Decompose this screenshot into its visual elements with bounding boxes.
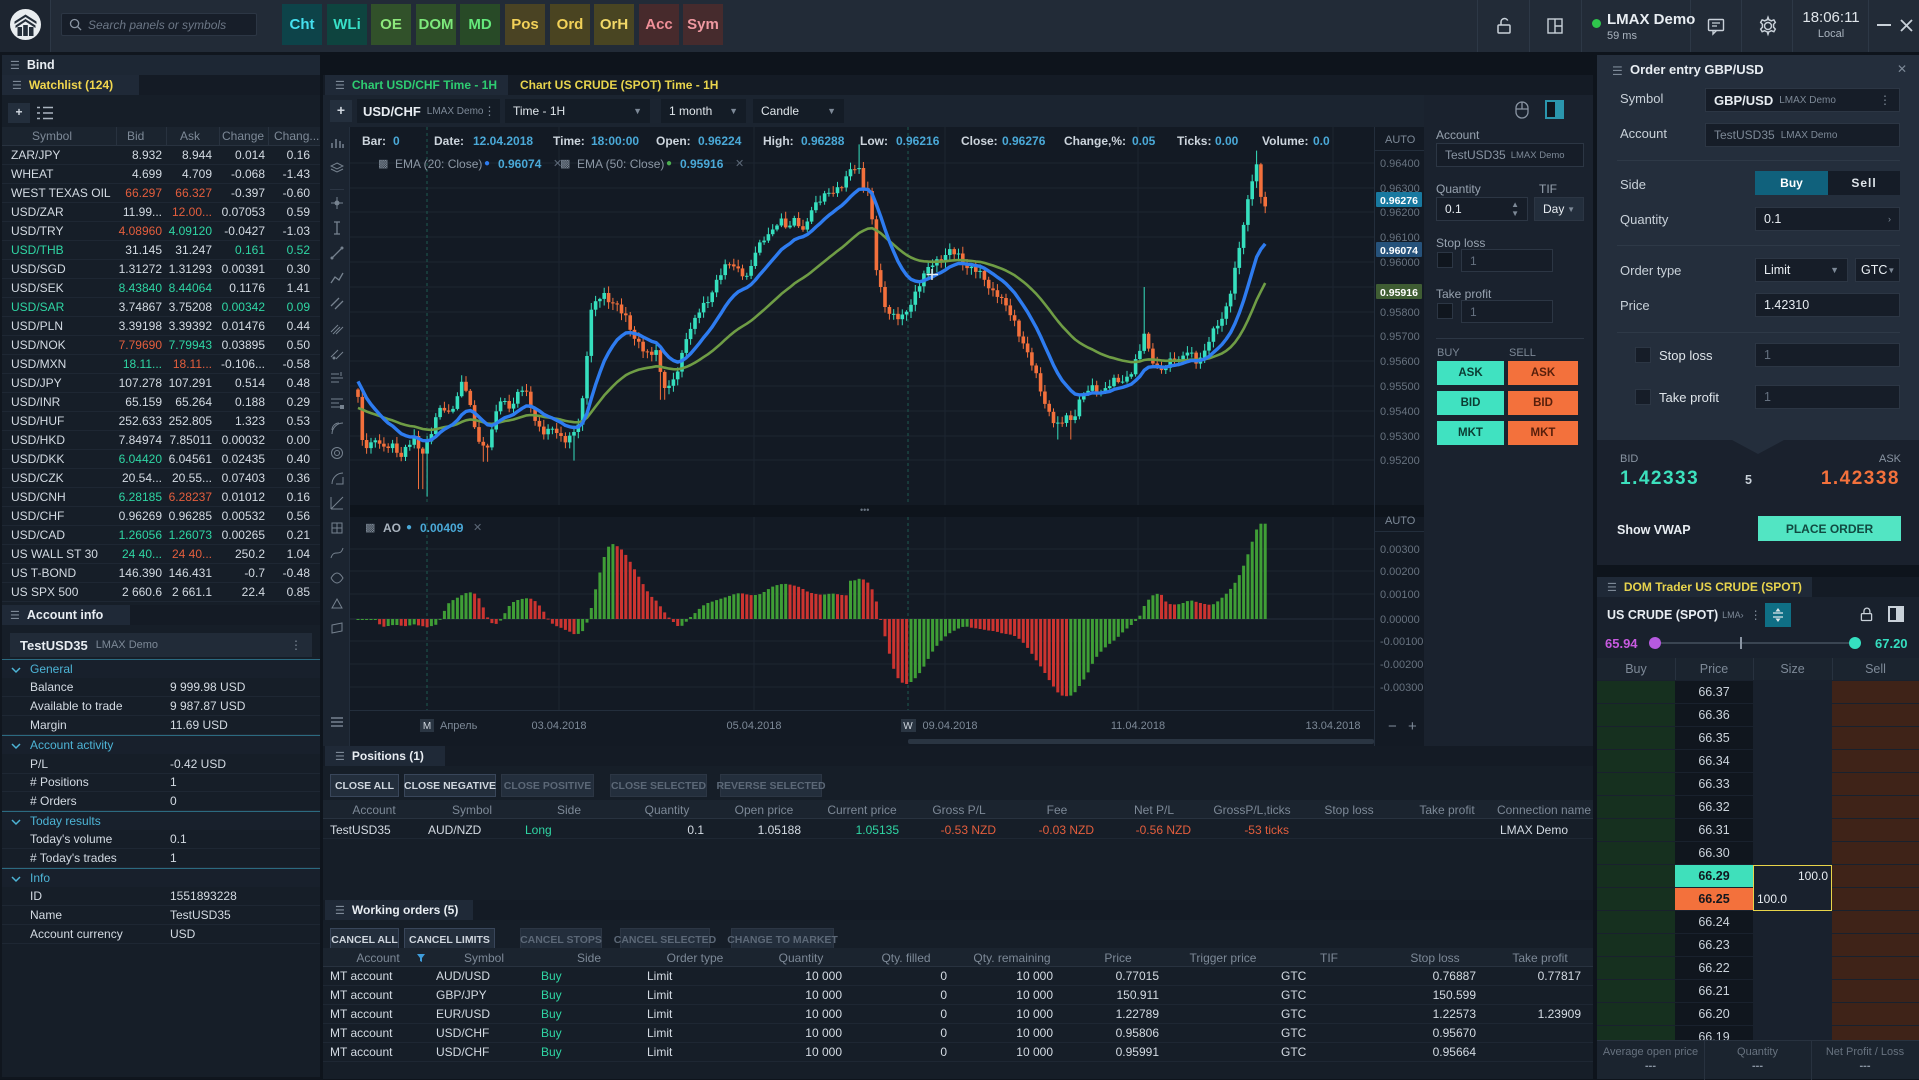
svg-text:-0.00300: -0.00300: [1380, 682, 1423, 694]
svg-text:0.95700: 0.95700: [1380, 331, 1420, 343]
svg-text:09.04.2018: 09.04.2018: [922, 720, 977, 732]
svg-text:0.00300: 0.00300: [1380, 544, 1420, 556]
svg-text:0.96074: 0.96074: [1380, 245, 1418, 257]
svg-text:Апрель: Апрель: [440, 720, 478, 732]
svg-text:0.00200: 0.00200: [1380, 566, 1420, 578]
svg-text:0.96400: 0.96400: [1380, 158, 1420, 170]
svg-text:0.95400: 0.95400: [1380, 406, 1420, 418]
svg-text:0.95600: 0.95600: [1380, 356, 1420, 368]
svg-text:AUTO: AUTO: [1385, 515, 1416, 527]
svg-text:03.04.2018: 03.04.2018: [531, 720, 586, 732]
svg-text:0.95916: 0.95916: [1380, 287, 1418, 299]
svg-text:•••: •••: [860, 505, 869, 515]
svg-text:11.04.2018: 11.04.2018: [1111, 720, 1165, 732]
svg-text:0.95300: 0.95300: [1380, 431, 1420, 443]
svg-text:AUTO: AUTO: [1385, 134, 1416, 146]
svg-text:-0.00200: -0.00200: [1380, 659, 1423, 671]
svg-text:0.00000: 0.00000: [1380, 614, 1420, 626]
svg-text:05.04.2018: 05.04.2018: [726, 720, 781, 732]
svg-text:М: М: [423, 721, 431, 732]
svg-text:0.00100: 0.00100: [1380, 589, 1420, 601]
svg-text:0.95500: 0.95500: [1380, 381, 1420, 393]
svg-text:13.04.2018: 13.04.2018: [1305, 720, 1360, 732]
svg-text:−: −: [1388, 718, 1397, 735]
svg-text:-0.00100: -0.00100: [1380, 636, 1423, 648]
svg-text:0.95200: 0.95200: [1380, 455, 1420, 467]
svg-text:0.96276: 0.96276: [1380, 195, 1418, 207]
svg-text:0.96200: 0.96200: [1380, 207, 1420, 219]
svg-text:0.96000: 0.96000: [1380, 257, 1420, 269]
svg-text:+: +: [1408, 718, 1417, 735]
svg-text:0.95800: 0.95800: [1380, 307, 1420, 319]
svg-text:W: W: [903, 721, 913, 732]
